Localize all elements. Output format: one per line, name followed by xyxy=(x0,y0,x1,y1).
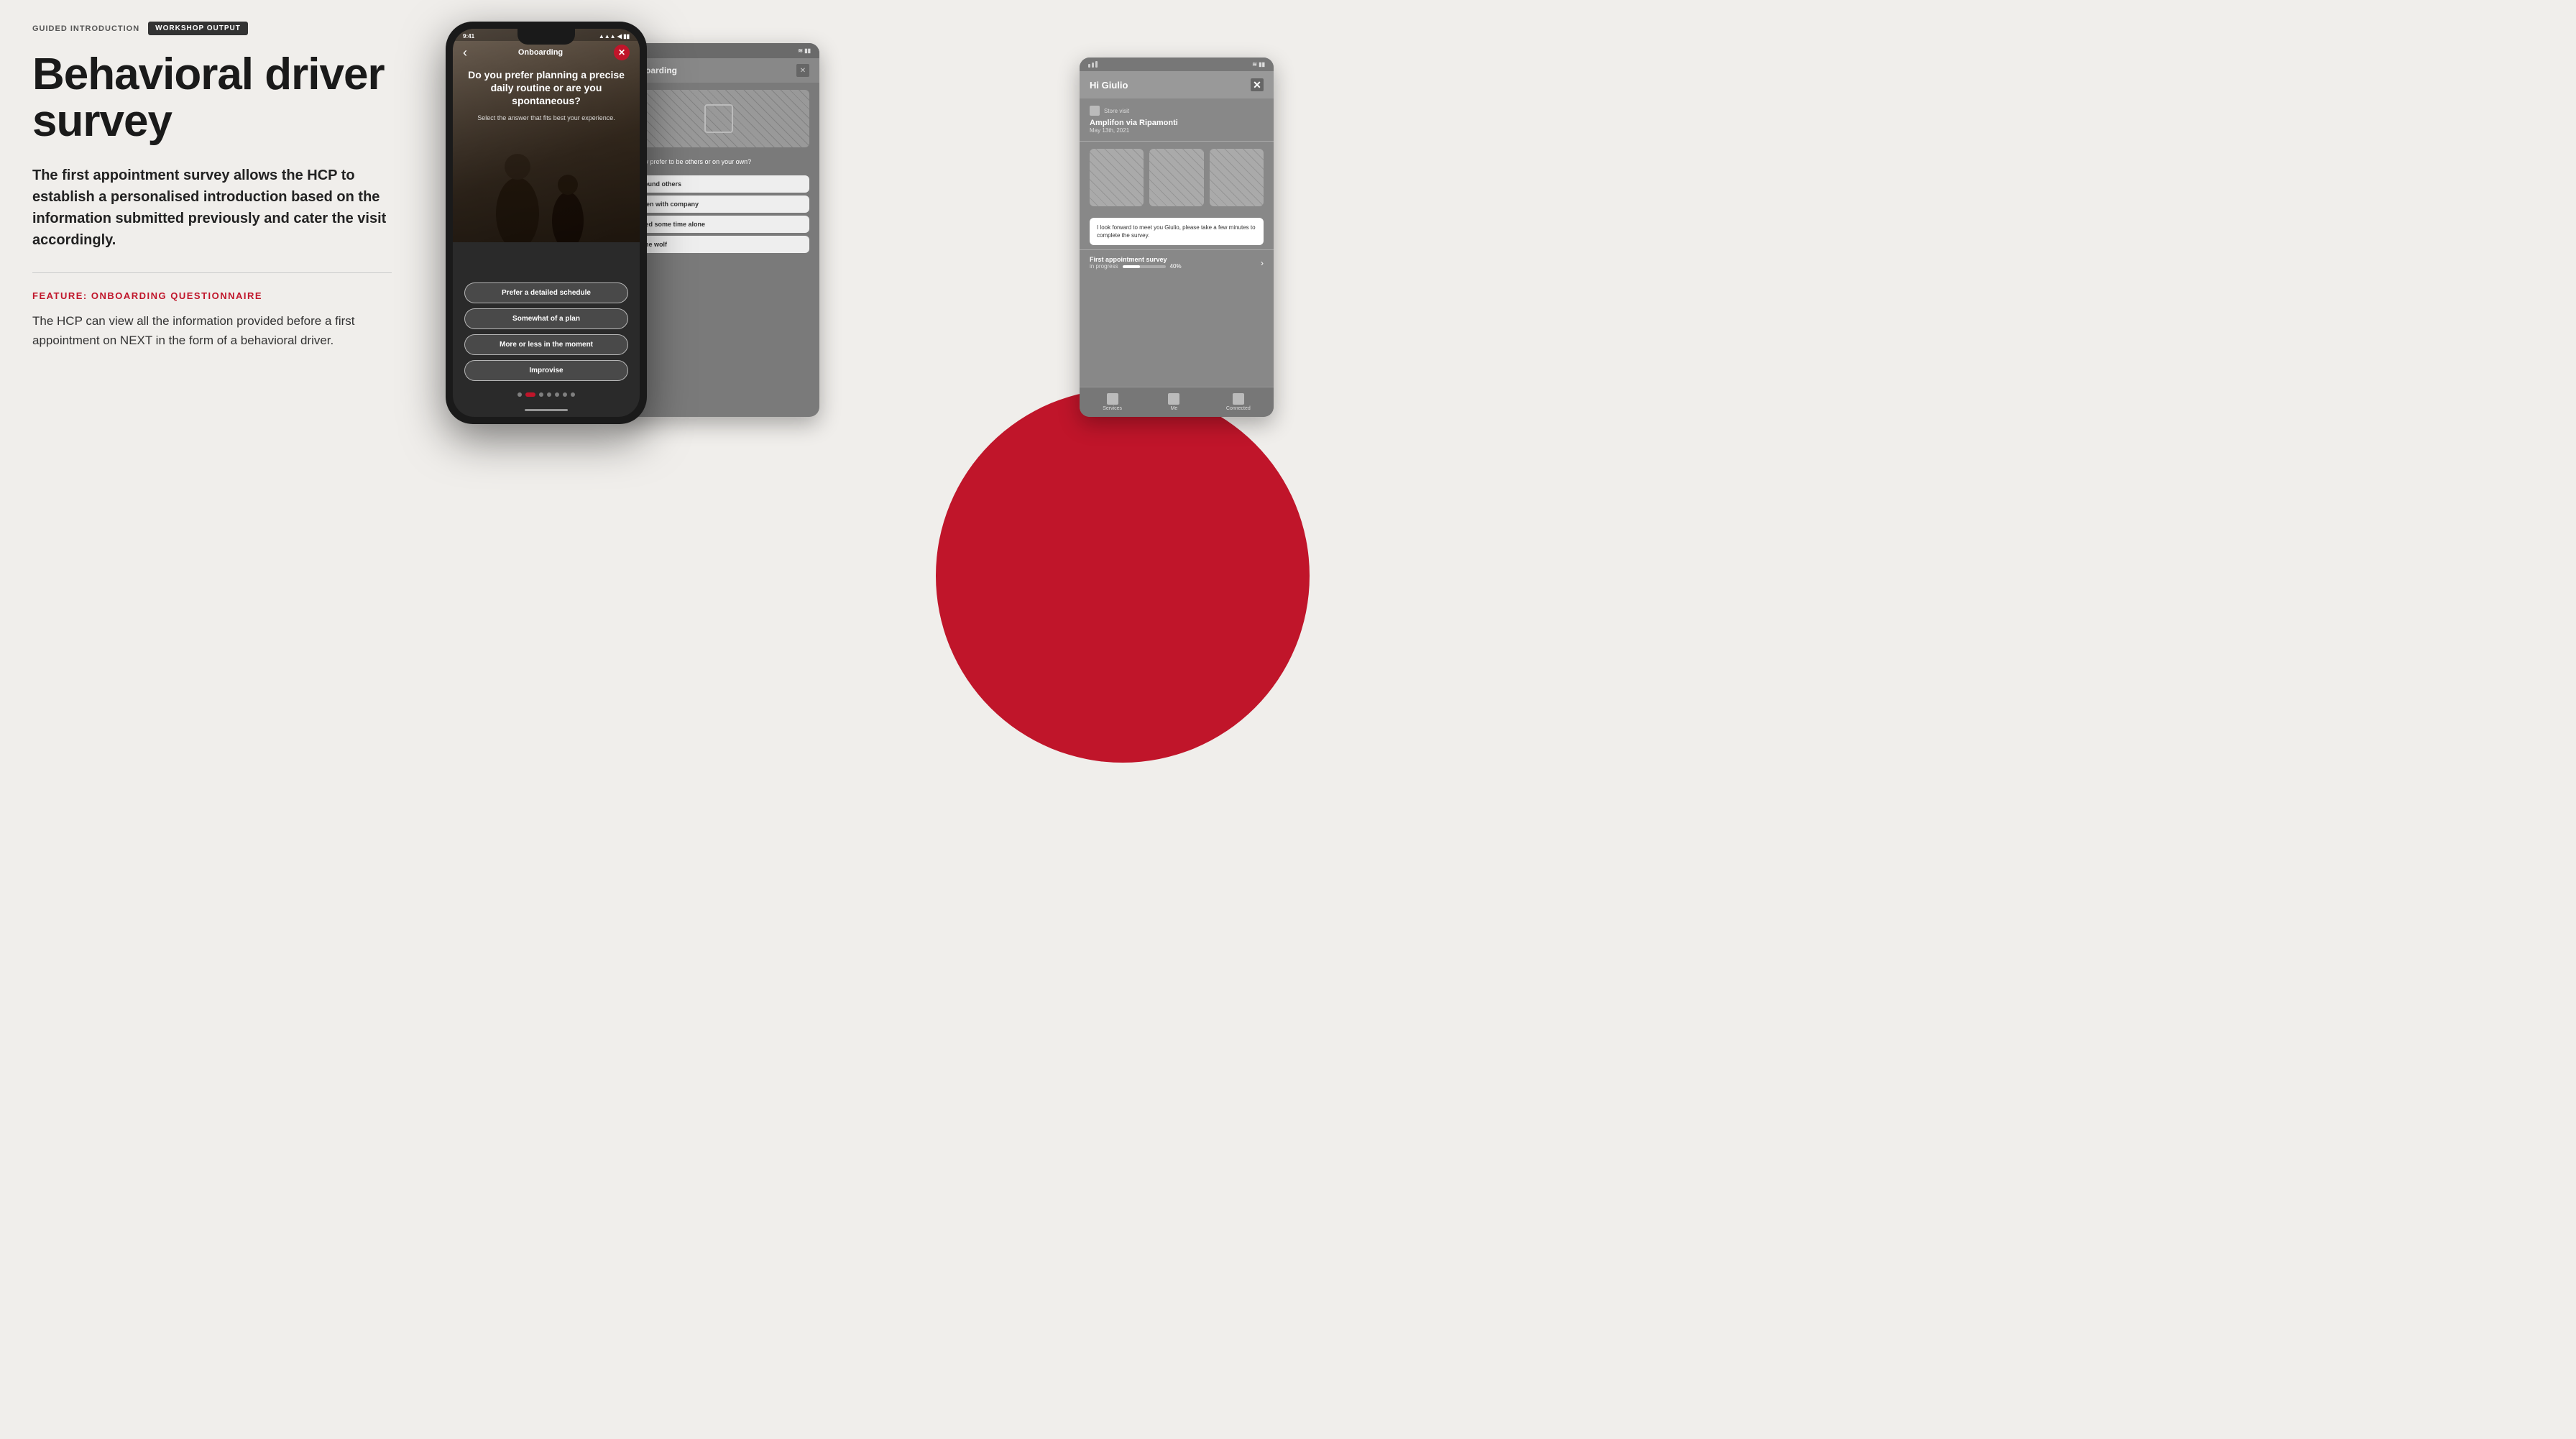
mid-status-bar: ≋ ▮▮ xyxy=(618,43,819,58)
right-message-card: I look forward to meet you Giulio, pleas… xyxy=(1090,218,1264,245)
right-bottom-nav: Services Me Connected xyxy=(1080,387,1274,417)
phone-dot-1 xyxy=(518,392,522,397)
phone-nav-bar: ‹ Onboarding ✕ xyxy=(453,45,640,60)
phone-back-button[interactable]: ‹ xyxy=(463,45,467,60)
breadcrumb: GUIDED INTRODUCTION WORKSHOP OUTPUT xyxy=(32,22,392,35)
right-progress-value: 40% xyxy=(1170,263,1182,270)
phone-answers: Prefer a detailed schedule Somewhat of a… xyxy=(453,282,640,381)
right-store-date: May 13th, 2021 xyxy=(1090,127,1264,134)
right-services-icon xyxy=(1107,393,1118,405)
phone-bg-overlay xyxy=(453,29,640,242)
phone-question-title: Do you prefer planning a precise daily r… xyxy=(467,68,625,108)
right-progress-bar-fill xyxy=(1123,265,1140,268)
phone-question-area: Do you prefer planning a precise daily r… xyxy=(453,68,640,122)
phone-dot-5 xyxy=(555,392,559,397)
phone-answer-2[interactable]: Somewhat of a plan xyxy=(464,308,628,329)
phone-dot-7 xyxy=(571,392,575,397)
right-store-icon xyxy=(1090,106,1100,116)
mid-option-4[interactable]: Lone wolf xyxy=(628,236,809,253)
mid-placeholder-box xyxy=(704,104,733,133)
right-signal-bar-2 xyxy=(1092,63,1094,68)
right-me-label: Me xyxy=(1171,406,1178,411)
right-store-section: Store visit Amplifon via Ripamonti May 1… xyxy=(1080,98,1274,142)
phone-signal: ▲▲▲ ◀ ▮▮ xyxy=(599,33,630,40)
right-header-title: Hi Giulio xyxy=(1090,80,1128,91)
feature-description: The HCP can view all the information pro… xyxy=(32,311,392,350)
right-connected-label: Connected xyxy=(1226,406,1251,411)
right-services-label: Services xyxy=(1103,406,1122,411)
right-wifi-icon: ≋ ▮▮ xyxy=(1252,61,1265,68)
right-header: Hi Giulio ✕ xyxy=(1080,71,1274,98)
middle-panel: ≋ ▮▮ Onboarding ✕ usually prefer to be o… xyxy=(618,43,819,417)
mid-question-text: usually prefer to be others or on your o… xyxy=(618,155,819,173)
phone-home-bar xyxy=(525,409,568,411)
right-wireframe-box-2 xyxy=(1149,149,1203,206)
mid-option-1[interactable]: Around others xyxy=(628,175,809,193)
right-chevron-icon[interactable]: › xyxy=(1261,258,1264,268)
mid-wifi-icon: ≋ ▮▮ xyxy=(798,47,811,54)
phone-mockup: 9:41 ▲▲▲ ◀ ▮▮ ‹ Onboarding ✕ Do you pref… xyxy=(446,22,647,424)
right-store-name: Amplifon via Ripamonti xyxy=(1090,119,1264,127)
breadcrumb-badge: WORKSHOP OUTPUT xyxy=(148,22,248,35)
right-progress-bar xyxy=(1123,265,1166,268)
right-nav-services[interactable]: Services xyxy=(1103,393,1122,411)
red-circle-decoration xyxy=(936,389,1310,763)
mid-wireframe-image xyxy=(628,90,809,147)
breadcrumb-text: GUIDED INTRODUCTION xyxy=(32,24,139,33)
right-survey-info: First appointment survey in progress 40% xyxy=(1090,256,1182,270)
right-wireframe-box-1 xyxy=(1090,149,1144,206)
left-panel: GUIDED INTRODUCTION WORKSHOP OUTPUT Beha… xyxy=(32,22,392,351)
right-survey-progress: in progress 40% xyxy=(1090,263,1182,270)
right-nav-me[interactable]: Me xyxy=(1168,393,1179,411)
mid-header: Onboarding ✕ xyxy=(618,58,819,83)
right-store-label: Store visit xyxy=(1104,108,1129,114)
phone-dot-4 xyxy=(547,392,551,397)
right-me-icon xyxy=(1168,393,1179,405)
phone-outer: 9:41 ▲▲▲ ◀ ▮▮ ‹ Onboarding ✕ Do you pref… xyxy=(446,22,647,424)
divider xyxy=(32,272,392,273)
mid-option-3[interactable]: Need some time alone xyxy=(628,216,809,233)
phone-progress-dots xyxy=(453,392,640,397)
page-title: Behavioral driver survey xyxy=(32,51,392,144)
phone-nav-title: Onboarding xyxy=(518,48,563,57)
phone-time: 9:41 xyxy=(463,33,474,40)
right-status-bar: ≋ ▮▮ xyxy=(1080,58,1274,71)
phone-screen: 9:41 ▲▲▲ ◀ ▮▮ ‹ Onboarding ✕ Do you pref… xyxy=(453,29,640,417)
phone-close-button[interactable]: ✕ xyxy=(614,45,630,60)
right-store-badge: Store visit xyxy=(1090,106,1264,116)
right-wireframe-box-3 xyxy=(1210,149,1264,206)
right-close-button[interactable]: ✕ xyxy=(1251,78,1264,91)
right-panel: ≋ ▮▮ Hi Giulio ✕ Store visit Amplifon vi… xyxy=(1080,58,1274,417)
phone-answer-1[interactable]: Prefer a detailed schedule xyxy=(464,282,628,303)
description-text: The first appointment survey allows the … xyxy=(32,165,392,251)
right-nav-connected[interactable]: Connected xyxy=(1226,393,1251,411)
feature-label: FEATURE: ONBOARDING QUESTIONNAIRE xyxy=(32,290,392,301)
phone-notch xyxy=(518,29,575,45)
right-signal-bar-1 xyxy=(1088,64,1090,68)
right-signal-bar-3 xyxy=(1095,61,1098,68)
phone-dot-2 xyxy=(525,392,535,397)
phone-question-sub: Select the answer that fits best your ex… xyxy=(467,114,625,123)
mid-close-button[interactable]: ✕ xyxy=(796,64,809,77)
right-area: 9:41 ▲▲▲ ◀ ▮▮ ‹ Onboarding ✕ Do you pref… xyxy=(410,0,1288,720)
right-signal xyxy=(1088,61,1098,68)
right-progress-label: in progress xyxy=(1090,263,1118,270)
right-connected-icon xyxy=(1233,393,1244,405)
mid-option-2[interactable]: Often with company xyxy=(628,196,809,213)
right-survey-row[interactable]: First appointment survey in progress 40%… xyxy=(1080,249,1274,275)
right-survey-label: First appointment survey xyxy=(1090,256,1182,263)
phone-answer-3[interactable]: More or less in the moment xyxy=(464,334,628,355)
phone-dot-3 xyxy=(539,392,543,397)
phone-dot-6 xyxy=(563,392,567,397)
right-message-text: I look forward to meet you Giulio, pleas… xyxy=(1097,224,1256,239)
phone-answer-4[interactable]: Improvise xyxy=(464,360,628,381)
right-wireframe-row xyxy=(1080,142,1274,213)
